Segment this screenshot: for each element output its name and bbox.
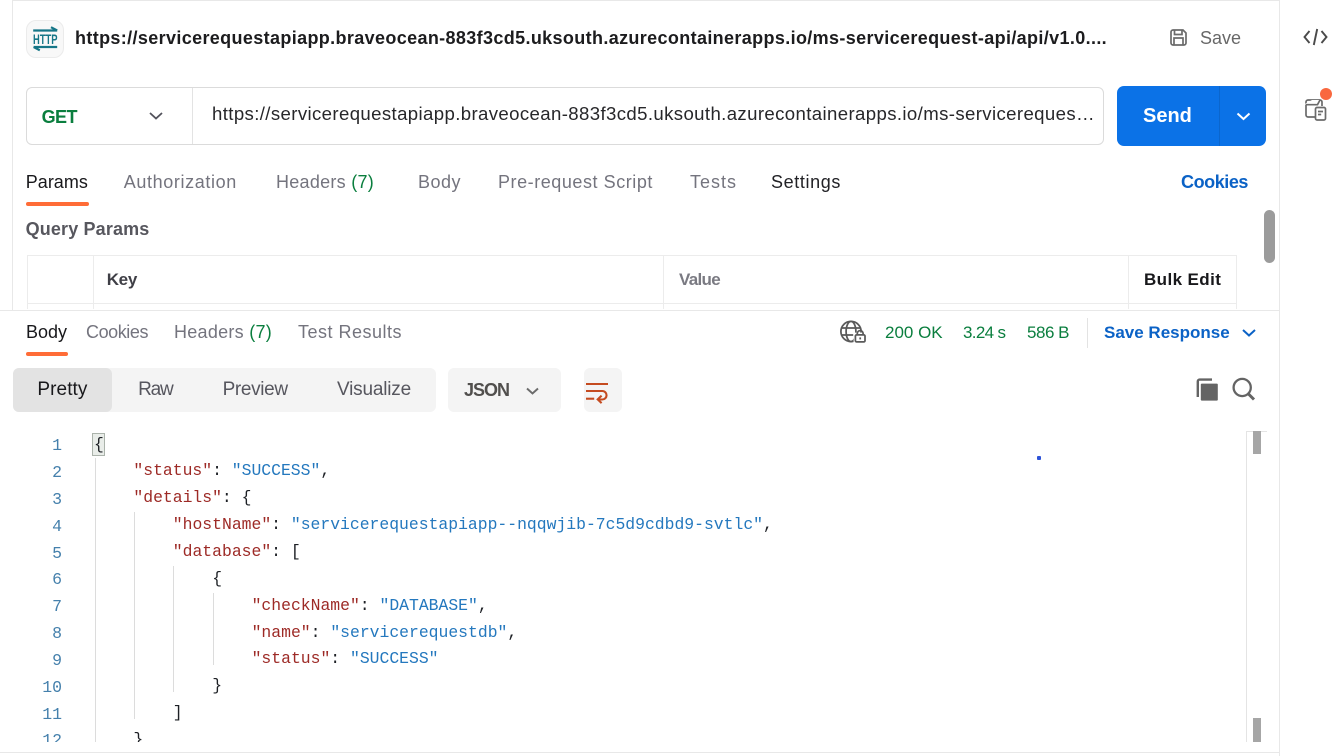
svg-text:HTTP: HTTP	[33, 30, 58, 46]
